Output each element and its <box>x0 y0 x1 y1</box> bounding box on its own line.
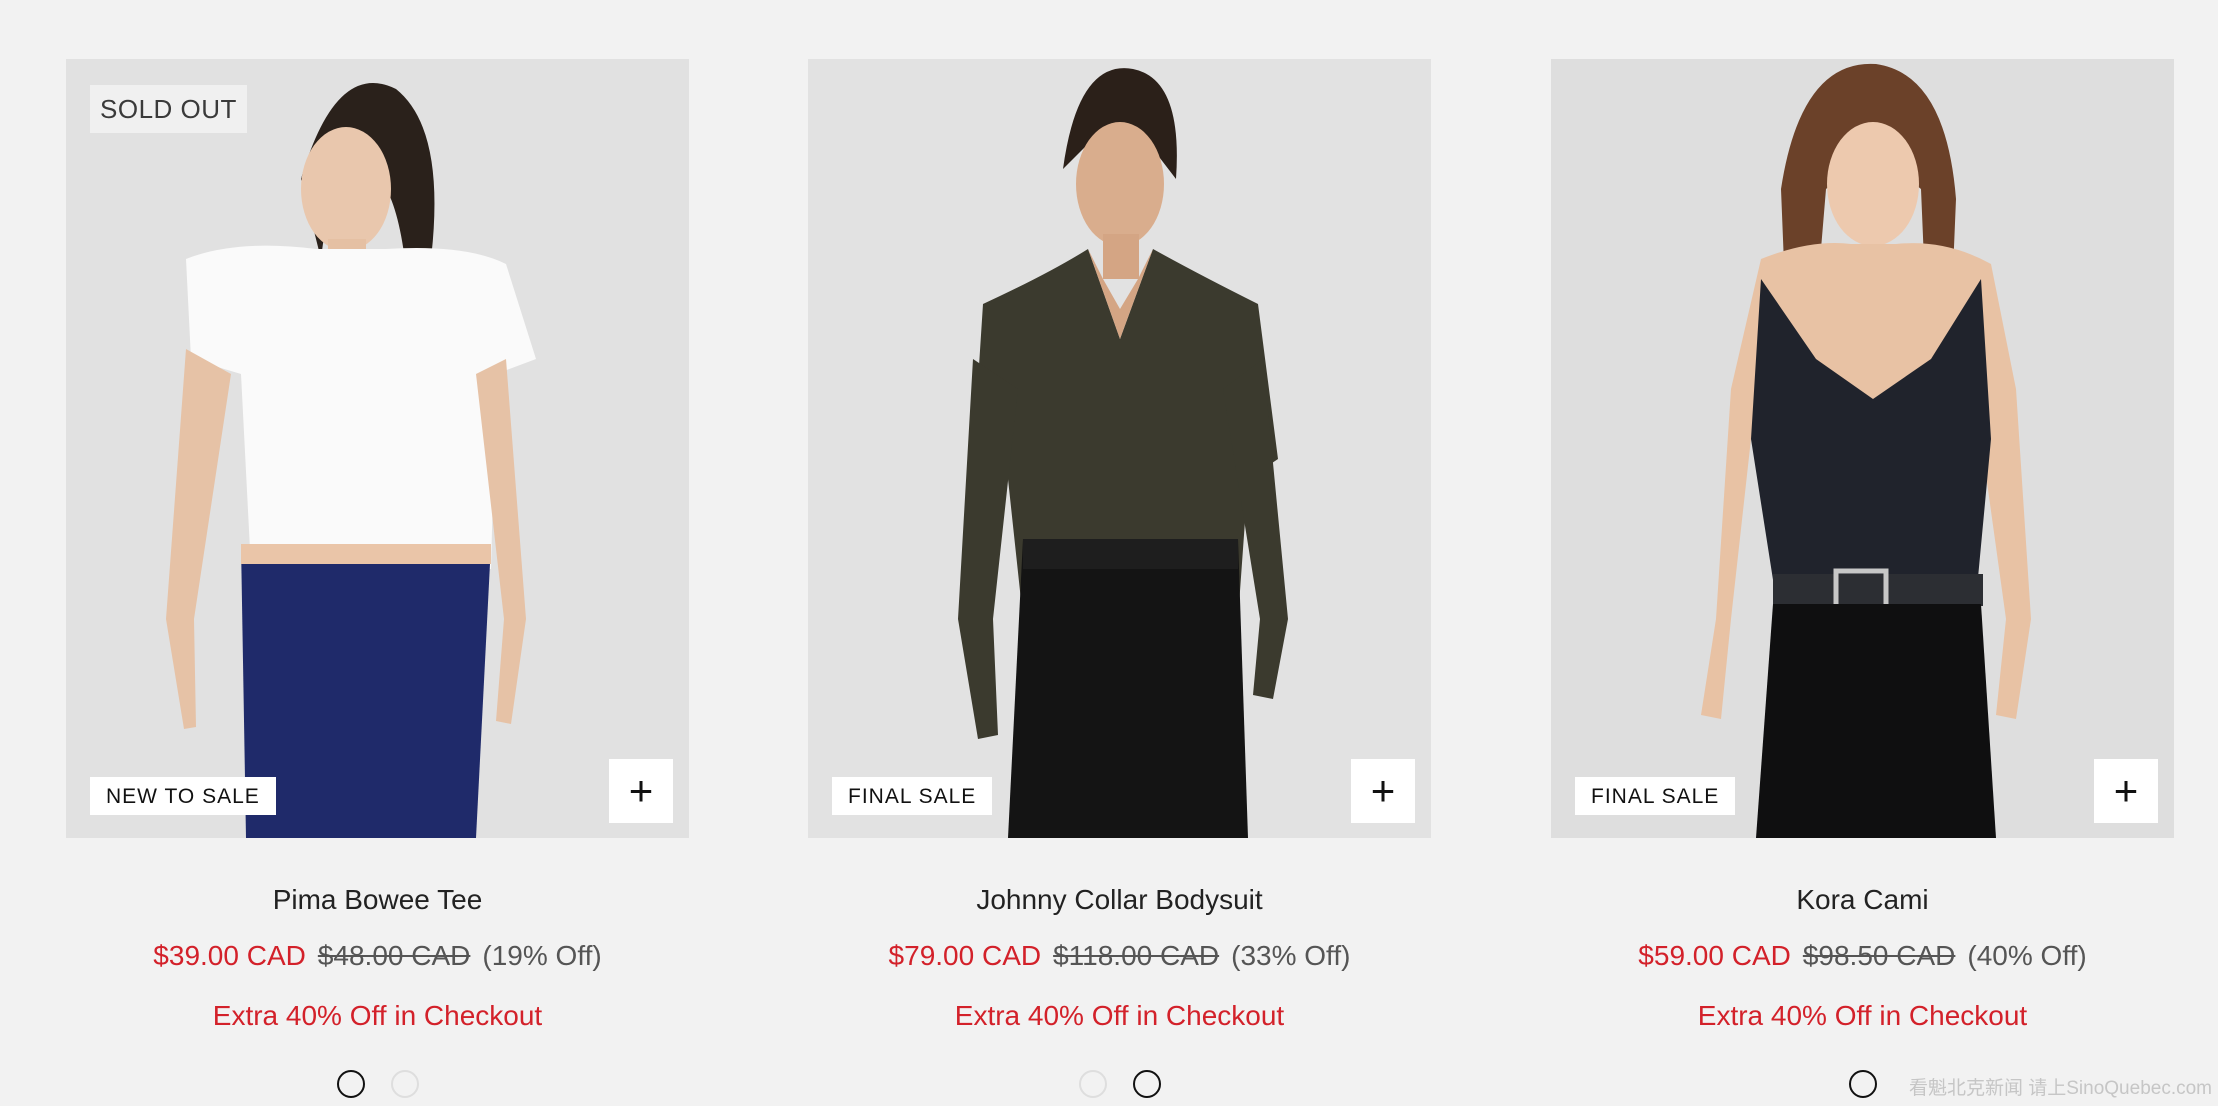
price-row: $59.00 CAD $98.50 CAD (40% Off) <box>1551 940 2174 972</box>
color-swatch[interactable] <box>390 1070 419 1098</box>
discount-percent: (19% Off) <box>482 940 602 971</box>
plus-icon: + <box>2113 767 2139 814</box>
model-photo-white-tee <box>66 59 689 838</box>
promo-text: Extra 40% Off in Checkout <box>212 1000 543 1031</box>
product-name[interactable]: Kora Cami <box>1551 884 2174 916</box>
plus-icon: + <box>1370 767 1396 814</box>
product-name[interactable]: Johnny Collar Bodysuit <box>808 884 1431 916</box>
quick-add-button[interactable]: + <box>1351 759 1415 823</box>
product-card[interactable]: FINAL SALE + Kora Cami $59.00 CAD $98.50 … <box>1551 59 2174 1098</box>
sale-type-badge: NEW TO SALE <box>90 777 276 815</box>
original-price: $98.50 CAD <box>1802 940 1956 971</box>
color-swatches <box>66 1070 689 1098</box>
original-price: $48.00 CAD <box>317 940 471 971</box>
quick-add-button[interactable]: + <box>2094 759 2158 823</box>
price-row: $39.00 CAD $48.00 CAD (19% Off) <box>66 940 689 972</box>
sale-price: $79.00 CAD <box>888 940 1042 971</box>
quick-add-button[interactable]: + <box>609 759 673 823</box>
price-row: $79.00 CAD $118.00 CAD (33% Off) <box>808 940 1431 972</box>
product-image[interactable]: SOLD OUT NEW TO SALE + <box>66 59 689 838</box>
discount-percent: (33% Off) <box>1231 940 1351 971</box>
color-swatch-selected[interactable] <box>1848 1070 1877 1098</box>
model-photo-bodysuit <box>808 59 1431 838</box>
color-swatch[interactable] <box>1078 1070 1107 1098</box>
color-swatch-selected[interactable] <box>336 1070 365 1098</box>
product-image[interactable]: FINAL SALE + <box>1551 59 2174 838</box>
product-card[interactable]: SOLD OUT NEW TO SALE + Pima Bowee Tee $3… <box>66 59 689 1098</box>
sale-type-badge: FINAL SALE <box>832 777 993 815</box>
discount-percent: (40% Off) <box>1967 940 2087 971</box>
sold-out-badge: SOLD OUT <box>90 85 247 133</box>
sale-type-badge: FINAL SALE <box>1575 777 1736 815</box>
product-card[interactable]: FINAL SALE + Johnny Collar Bodysuit $79.… <box>808 59 1431 1098</box>
promo-text: Extra 40% Off in Checkout <box>1697 1000 2028 1031</box>
color-swatch-selected[interactable] <box>1132 1070 1161 1098</box>
product-image[interactable]: FINAL SALE + <box>808 59 1431 838</box>
plus-icon: + <box>628 767 654 814</box>
model-photo-cami <box>1551 59 2174 838</box>
original-price: $118.00 CAD <box>1053 940 1220 971</box>
sale-price: $59.00 CAD <box>1638 940 1791 971</box>
product-name[interactable]: Pima Bowee Tee <box>66 884 689 916</box>
watermark-text: 看魁北克新闻 请上SinoQuebec.com <box>1908 1078 2212 1099</box>
color-swatches <box>808 1070 1431 1098</box>
promo-text: Extra 40% Off in Checkout <box>954 1000 1285 1031</box>
sale-price: $39.00 CAD <box>153 940 306 971</box>
